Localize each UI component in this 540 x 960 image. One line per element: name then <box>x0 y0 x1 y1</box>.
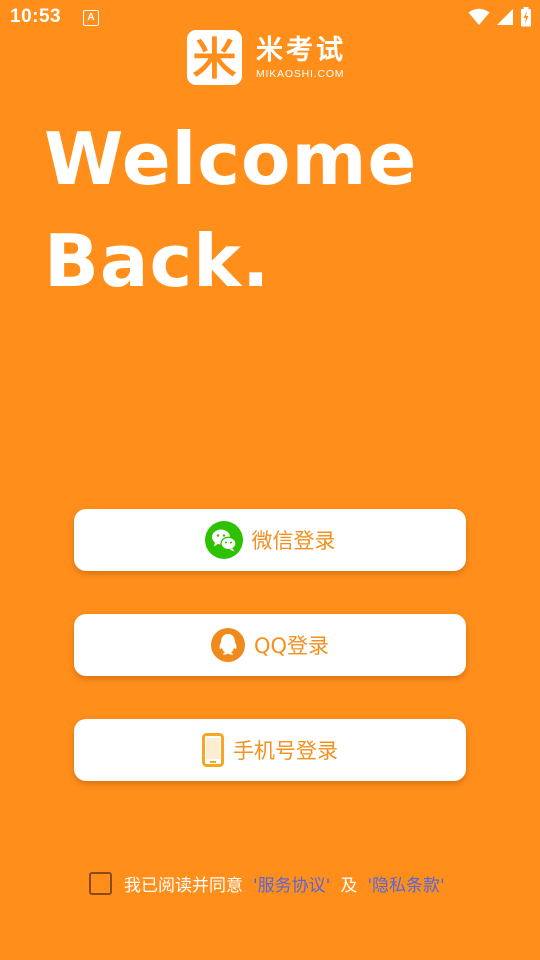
brand-domain: MIKAOSHI.COM <box>256 68 345 80</box>
notification-icon: A <box>83 10 99 26</box>
mikaoshi-logo-icon: 米 <box>187 30 242 85</box>
service-agreement-link[interactable]: '服务协议' <box>253 871 330 896</box>
wechat-login-button[interactable]: 微信登录 <box>74 509 466 571</box>
welcome-line-2: Back. <box>44 219 271 303</box>
status-icons <box>468 7 532 27</box>
brand-logo: 米 米考试 MIKAOSHI.COM <box>187 30 346 85</box>
privacy-policy-link[interactable]: '隐私条款' <box>367 871 444 896</box>
brand-text: 米考试 MIKAOSHI.COM <box>256 35 346 80</box>
wechat-icon <box>204 521 243 559</box>
welcome-line-1: Welcome <box>44 117 418 201</box>
logo-char: 米 <box>193 34 237 85</box>
signal-icon <box>497 9 513 25</box>
phone-login-button[interactable]: 手机号登录 <box>74 719 466 781</box>
battery-charging-icon <box>521 7 531 27</box>
agreement-checkbox[interactable] <box>89 872 112 895</box>
status-time: 10:53 <box>10 6 62 27</box>
phone-login-label: 手机号登录 <box>233 739 338 763</box>
welcome-heading: Welcome Back. <box>44 108 417 312</box>
agreement-row: 我已阅读并同意 '服务协议' 及 '隐私条款' <box>89 871 445 896</box>
agreement-conjunction: 及 <box>340 876 358 896</box>
phone-icon <box>202 733 224 767</box>
wechat-login-label: 微信登录 <box>251 529 336 553</box>
brand-name: 米考试 <box>256 35 346 66</box>
wifi-icon <box>468 8 490 25</box>
qq-icon <box>210 628 245 662</box>
agreement-prefix: 我已阅读并同意 <box>124 876 243 896</box>
qq-login-button[interactable]: QQ登录 <box>74 614 466 676</box>
qq-login-label: QQ登录 <box>253 634 330 658</box>
